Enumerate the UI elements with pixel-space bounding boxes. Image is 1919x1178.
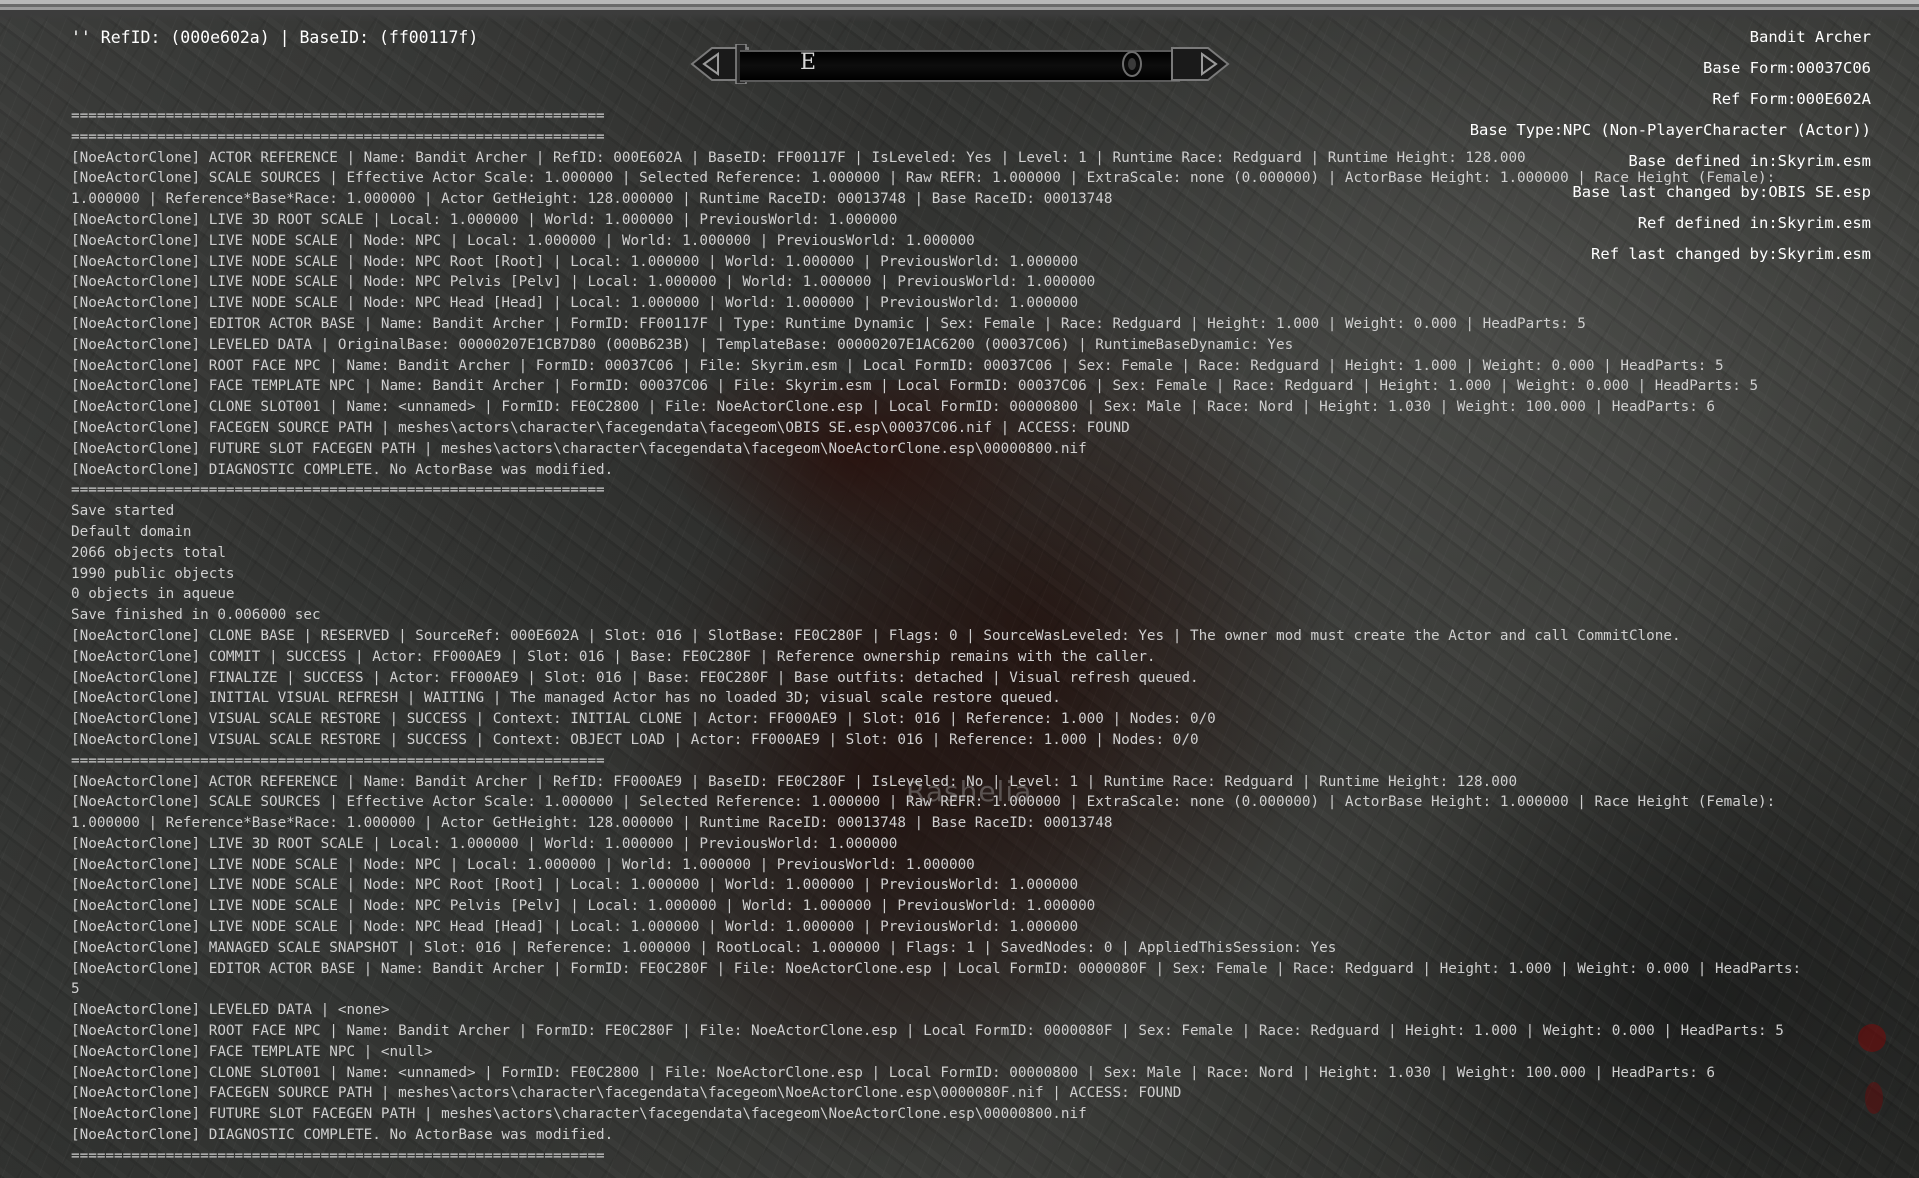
console-line: [NoeActorClone] LIVE NODE SCALE | Node: … (71, 856, 975, 873)
console-line: [NoeActorClone] DIAGNOSTIC COMPLETE. No … (71, 1127, 614, 1144)
console-line: [NoeActorClone] ROOT FACE NPC | Name: Ba… (71, 1023, 1784, 1040)
console-line: [NoeActorClone] FACE TEMPLATE NPC | Name… (71, 378, 1759, 395)
console-line: [NoeActorClone] DIAGNOSTIC COMPLETE. No … (71, 461, 614, 478)
console-top-border (0, 0, 1919, 22)
console-line: ========================================… (71, 482, 605, 499)
console-line: [NoeActorClone] LIVE NODE SCALE | Node: … (71, 877, 1079, 894)
console-line: 1.000000 | Reference*Base*Race: 1.000000… (71, 815, 1113, 832)
console-line: 5 (71, 981, 80, 998)
console-line: [NoeActorClone] FACEGEN SOURCE PATH | me… (71, 1085, 1182, 1102)
console-line: [NoeActorClone] FUTURE SLOT FACEGEN PATH… (71, 1106, 1087, 1123)
console-line: [NoeActorClone] EDITOR ACTOR BASE | Name… (71, 960, 1802, 977)
console-line: ========================================… (71, 108, 605, 124)
console-line: [NoeActorClone] CLONE SLOT001 | Name: <u… (71, 399, 1716, 416)
console-line: [NoeActorClone] EDITOR ACTOR BASE | Name… (71, 315, 1586, 332)
console-line: ========================================… (71, 128, 605, 145)
console-line: [NoeActorClone] FACE TEMPLATE NPC | <nul… (71, 1043, 433, 1060)
console-line: [NoeActorClone] LIVE NODE SCALE | Node: … (71, 274, 1096, 291)
console-line: [NoeActorClone] LIVE NODE SCALE | Node: … (71, 919, 1079, 936)
console-line: [NoeActorClone] CLONE BASE | RESERVED | … (71, 627, 1681, 644)
console-line: 1990 public objects (71, 565, 235, 582)
console-line: [NoeActorClone] CLONE SLOT001 | Name: <u… (71, 1064, 1716, 1081)
console-line: [NoeActorClone] LIVE 3D ROOT SCALE | Loc… (71, 835, 898, 852)
quest-marker-icon (1122, 51, 1142, 77)
console-line: [NoeActorClone] FINALIZE | SUCCESS | Act… (71, 669, 1199, 686)
console-line: [NoeActorClone] FACEGEN SOURCE PATH | me… (71, 419, 1130, 436)
compass-heading: E (800, 50, 817, 75)
console-line: 2066 objects total (71, 544, 226, 561)
console-line: 1.000000 | Reference*Base*Race: 1.000000… (71, 191, 1113, 208)
console-line: [NoeActorClone] LIVE 3D ROOT SCALE | Loc… (71, 211, 898, 228)
console-line: [NoeActorClone] ACTOR REFERENCE | Name: … (71, 773, 1518, 790)
blood-splatter-icon (1858, 1024, 1886, 1114)
console-line: [NoeActorClone] MANAGED SCALE SNAPSHOT |… (71, 939, 1337, 956)
console-line: [NoeActorClone] LIVE NODE SCALE | Node: … (71, 898, 1096, 915)
console-line: Default domain (71, 523, 192, 540)
console-line: ========================================… (71, 1147, 605, 1164)
console-line: 0 objects in aqueue (71, 586, 235, 603)
console-line: [NoeActorClone] LEVELED DATA | OriginalB… (71, 336, 1294, 353)
console-line: [NoeActorClone] LIVE NODE SCALE | Node: … (71, 253, 1079, 270)
console-line: [NoeActorClone] LIVE NODE SCALE | Node: … (71, 295, 1079, 312)
info-actor-name: Bandit Archer (1749, 28, 1871, 46)
console-line: Save started (71, 503, 175, 520)
console-line: Save finished in 0.006000 sec (71, 607, 321, 624)
console-output[interactable]: ========================================… (71, 106, 1851, 1167)
console-line: [NoeActorClone] LEVELED DATA | <none> (71, 1002, 390, 1019)
console-line: ========================================… (71, 752, 605, 769)
game-screen: E '' RefID: (000e602a) | BaseID: (ff0011… (0, 0, 1919, 1178)
compass-bar: E (690, 44, 1230, 86)
console-line: [NoeActorClone] LIVE NODE SCALE | Node: … (71, 232, 975, 249)
console-line: [NoeActorClone] COMMIT | SUCCESS | Actor… (71, 648, 1156, 665)
console-line: [NoeActorClone] SCALE SOURCES | Effectiv… (71, 170, 1776, 187)
console-line: [NoeActorClone] ROOT FACE NPC | Name: Ba… (71, 357, 1724, 374)
info-base-form: Base Form:00037C06 (1703, 59, 1871, 77)
console-line: [NoeActorClone] SCALE SOURCES | Effectiv… (71, 794, 1776, 811)
console-line: [NoeActorClone] VISUAL SCALE RESTORE | S… (71, 711, 1216, 728)
selected-reference-header: '' RefID: (000e602a) | BaseID: (ff00117f… (71, 28, 479, 47)
compass-right-cap-icon (1171, 47, 1230, 81)
console-line: [NoeActorClone] FUTURE SLOT FACEGEN PATH… (71, 440, 1087, 457)
console-line: [NoeActorClone] INITIAL VISUAL REFRESH |… (71, 690, 1061, 707)
console-line: [NoeActorClone] VISUAL SCALE RESTORE | S… (71, 731, 1199, 748)
console-line: [NoeActorClone] ACTOR REFERENCE | Name: … (71, 149, 1526, 166)
